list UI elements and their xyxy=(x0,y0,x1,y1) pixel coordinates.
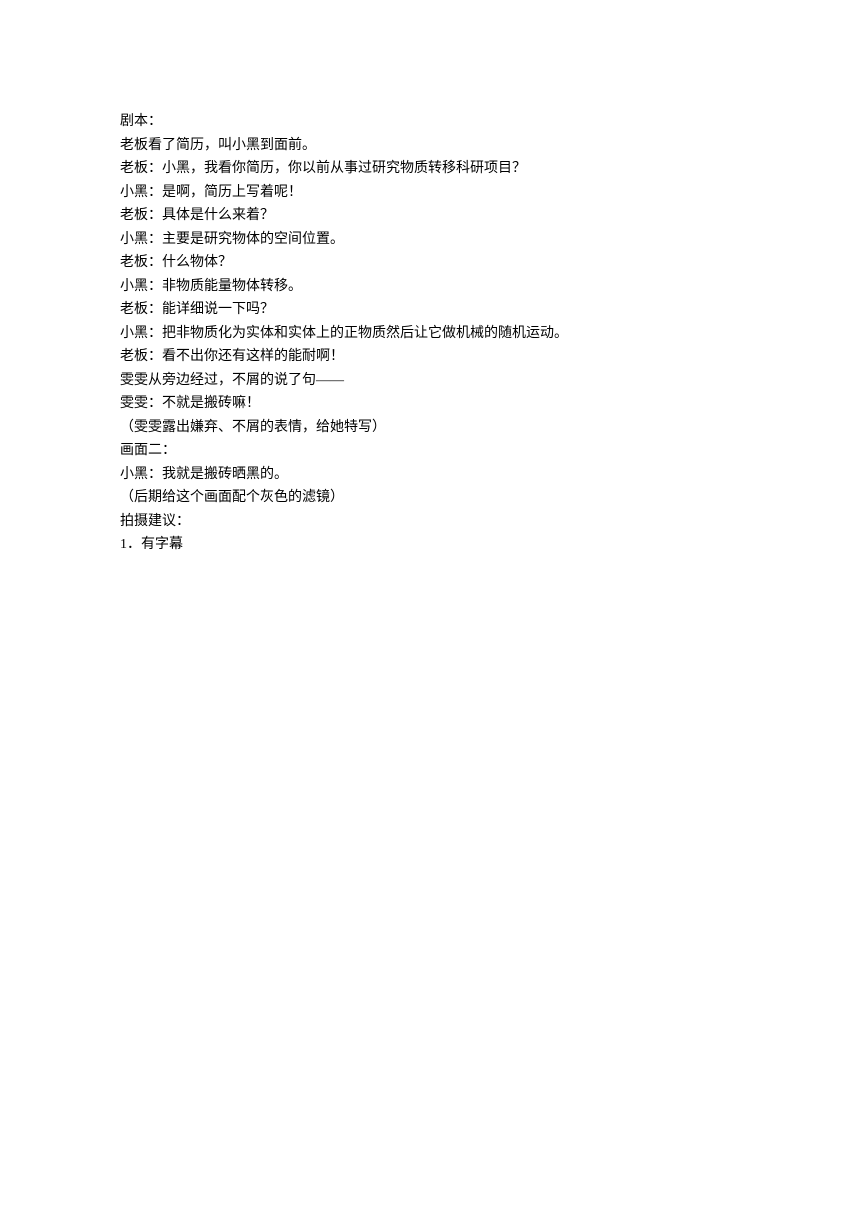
script-line: 老板：具体是什么来着？ xyxy=(120,204,740,228)
script-line: 雯雯：不就是搬砖嘛！ xyxy=(120,392,740,416)
script-line: （雯雯露出嫌弃、不屑的表情，给她特写） xyxy=(120,416,740,440)
script-line: 剧本： xyxy=(120,110,740,134)
script-line: 老板看了简历，叫小黑到面前。 xyxy=(120,134,740,158)
script-line: 画面二： xyxy=(120,439,740,463)
script-line: 老板：看不出你还有这样的能耐啊！ xyxy=(120,345,740,369)
document-page: 剧本： 老板看了简历，叫小黑到面前。 老板：小黑，我看你简历，你以前从事过研究物… xyxy=(0,0,860,557)
script-line: 1．有字幕 xyxy=(120,533,740,557)
script-line: 小黑：我就是搬砖晒黑的。 xyxy=(120,463,740,487)
script-line: 小黑：主要是研究物体的空间位置。 xyxy=(120,228,740,252)
script-line: 拍摄建议： xyxy=(120,510,740,534)
script-line: 老板：小黑，我看你简历，你以前从事过研究物质转移科研项目？ xyxy=(120,157,740,181)
script-line: 小黑：把非物质化为实体和实体上的正物质然后让它做机械的随机运动。 xyxy=(120,322,740,346)
script-line: 小黑：非物质能量物体转移。 xyxy=(120,275,740,299)
script-line: 老板：什么物体？ xyxy=(120,251,740,275)
script-line: 老板：能详细说一下吗？ xyxy=(120,298,740,322)
script-line: （后期给这个画面配个灰色的滤镜） xyxy=(120,486,740,510)
script-line: 小黑：是啊，简历上写着呢！ xyxy=(120,181,740,205)
script-line: 雯雯从旁边经过，不屑的说了句—— xyxy=(120,369,740,393)
